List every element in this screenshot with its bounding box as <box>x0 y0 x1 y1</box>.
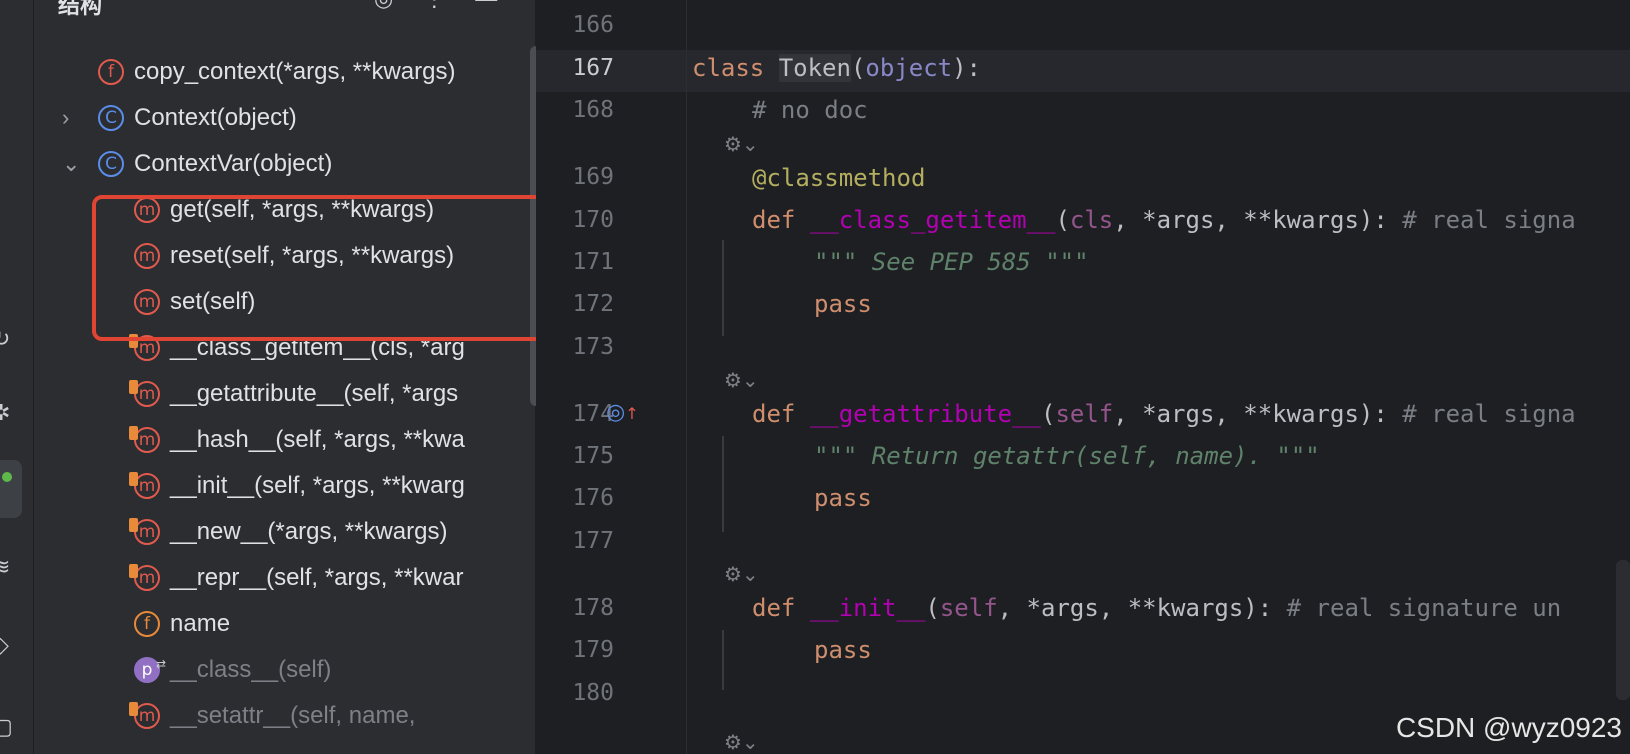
function-icon: f <box>98 59 124 85</box>
protected-method-icon: m <box>129 472 160 499</box>
more-options-icon[interactable]: ⋮ <box>423 0 445 12</box>
collapse-chevron-icon[interactable]: ⌄ <box>62 151 80 177</box>
class-icon: C <box>98 105 124 131</box>
editor-scrollbar[interactable] <box>1616 560 1630 700</box>
line-number: 172 <box>572 291 614 317</box>
tree-item-contextvar[interactable]: ⌄ C ContextVar(object) <box>34 141 504 187</box>
code-line-168[interactable]: # no doc <box>752 96 868 124</box>
code-line-169[interactable]: @classmethod <box>752 164 925 192</box>
code-line-167[interactable]: class Token(object): <box>692 54 981 82</box>
tree-item-new[interactable]: m __new__(*args, **kwargs) <box>34 509 504 555</box>
line-number: 168 <box>572 97 614 123</box>
line-number: 177 <box>572 528 614 554</box>
code-line-176[interactable]: pass <box>814 484 872 512</box>
code-line-179[interactable]: pass <box>814 636 872 664</box>
tree-item-class[interactable]: p ⇄ __class__(self) <box>34 647 504 693</box>
structure-tool-icon[interactable] <box>0 460 22 518</box>
debug-tool-icon[interactable]: ✲ <box>0 394 30 434</box>
watermark: CSDN @wyz0923 <box>1395 712 1622 743</box>
class-name: Token <box>778 54 851 82</box>
services-tool-icon[interactable]: ◇ <box>0 626 30 666</box>
line-number: 171 <box>572 249 614 275</box>
terminal-tool-icon[interactable]: ▢ <box>0 708 30 748</box>
code-line-178[interactable]: def __init__(self, *args, **kwargs): # r… <box>752 594 1561 622</box>
line-number: 175 <box>572 443 614 469</box>
code-line-174[interactable]: def __getattribute__(self, *args, **kwar… <box>752 400 1576 428</box>
minimize-icon[interactable]: — <box>475 0 497 12</box>
layers-tool-icon[interactable]: ≋ <box>0 548 30 588</box>
field-icon: f <box>134 611 160 637</box>
line-number: 179 <box>572 637 614 663</box>
tree-item-copy-context[interactable]: f copy_context(*args, **kwargs) <box>34 49 504 95</box>
tree-item-setattr[interactable]: m __setattr__(self, name, <box>34 693 504 739</box>
line-number: 166 <box>572 12 614 38</box>
tree-item-hash[interactable]: m __hash__(self, *args, **kwa <box>34 417 504 463</box>
code-line-170[interactable]: def __class_getitem__(cls, *args, **kwar… <box>752 206 1576 234</box>
line-number: 173 <box>572 334 614 360</box>
target-icon[interactable]: ◎ <box>374 0 393 12</box>
ai-assistant-icon[interactable]: ⚙⌄ <box>724 730 759 754</box>
code-line-171[interactable]: """ See PEP 585 """ <box>814 248 1089 276</box>
tree-item-name[interactable]: f name <box>34 601 504 647</box>
line-number: 167 <box>572 55 614 81</box>
override-gutter-icon[interactable]: ◎↑ <box>606 400 639 425</box>
line-number: 170 <box>572 207 614 233</box>
protected-method-icon: m <box>129 518 160 545</box>
commit-tool-icon[interactable]: ↻ <box>0 320 30 360</box>
ai-assistant-icon[interactable]: ⚙⌄ <box>724 132 759 156</box>
tree-item-init[interactable]: m __init__(self, *args, **kwarg <box>34 463 504 509</box>
protected-method-icon: m <box>129 380 160 407</box>
protected-method-icon: m <box>129 426 160 453</box>
panel-title: 结构 <box>58 0 103 18</box>
ai-assistant-icon[interactable]: ⚙⌄ <box>724 562 759 586</box>
tree-item-context[interactable]: › C Context(object) <box>34 95 504 141</box>
class-icon: C <box>98 151 124 177</box>
tool-window-strip: ↻ ✲ ≋ ◇ ▢ <box>0 0 34 754</box>
line-number: 169 <box>572 164 614 190</box>
protected-method-icon: m <box>129 702 160 729</box>
tree-item-getattribute[interactable]: m __getattribute__(self, *args <box>34 371 504 417</box>
code-line-175[interactable]: """ Return getattr(self, name). """ <box>814 442 1320 470</box>
line-number: 178 <box>572 595 614 621</box>
line-number: 180 <box>572 680 614 706</box>
code-editor[interactable]: 166 167 168 169 170 171 172 173 174 175 … <box>536 0 1630 754</box>
code-line-172[interactable]: pass <box>814 290 872 318</box>
tree-item-repr[interactable]: m __repr__(self, *args, **kwar <box>34 555 504 601</box>
structure-panel: 结构 ◎ ⋮ — f copy_context(*args, **kwargs)… <box>34 0 542 754</box>
line-number: 174 <box>572 401 614 427</box>
line-number: 176 <box>572 485 614 511</box>
expand-chevron-icon[interactable]: › <box>62 105 69 131</box>
property-icon: p ⇄ <box>134 657 166 683</box>
ai-assistant-icon[interactable]: ⚙⌄ <box>724 368 759 392</box>
protected-method-icon: m <box>129 564 160 591</box>
